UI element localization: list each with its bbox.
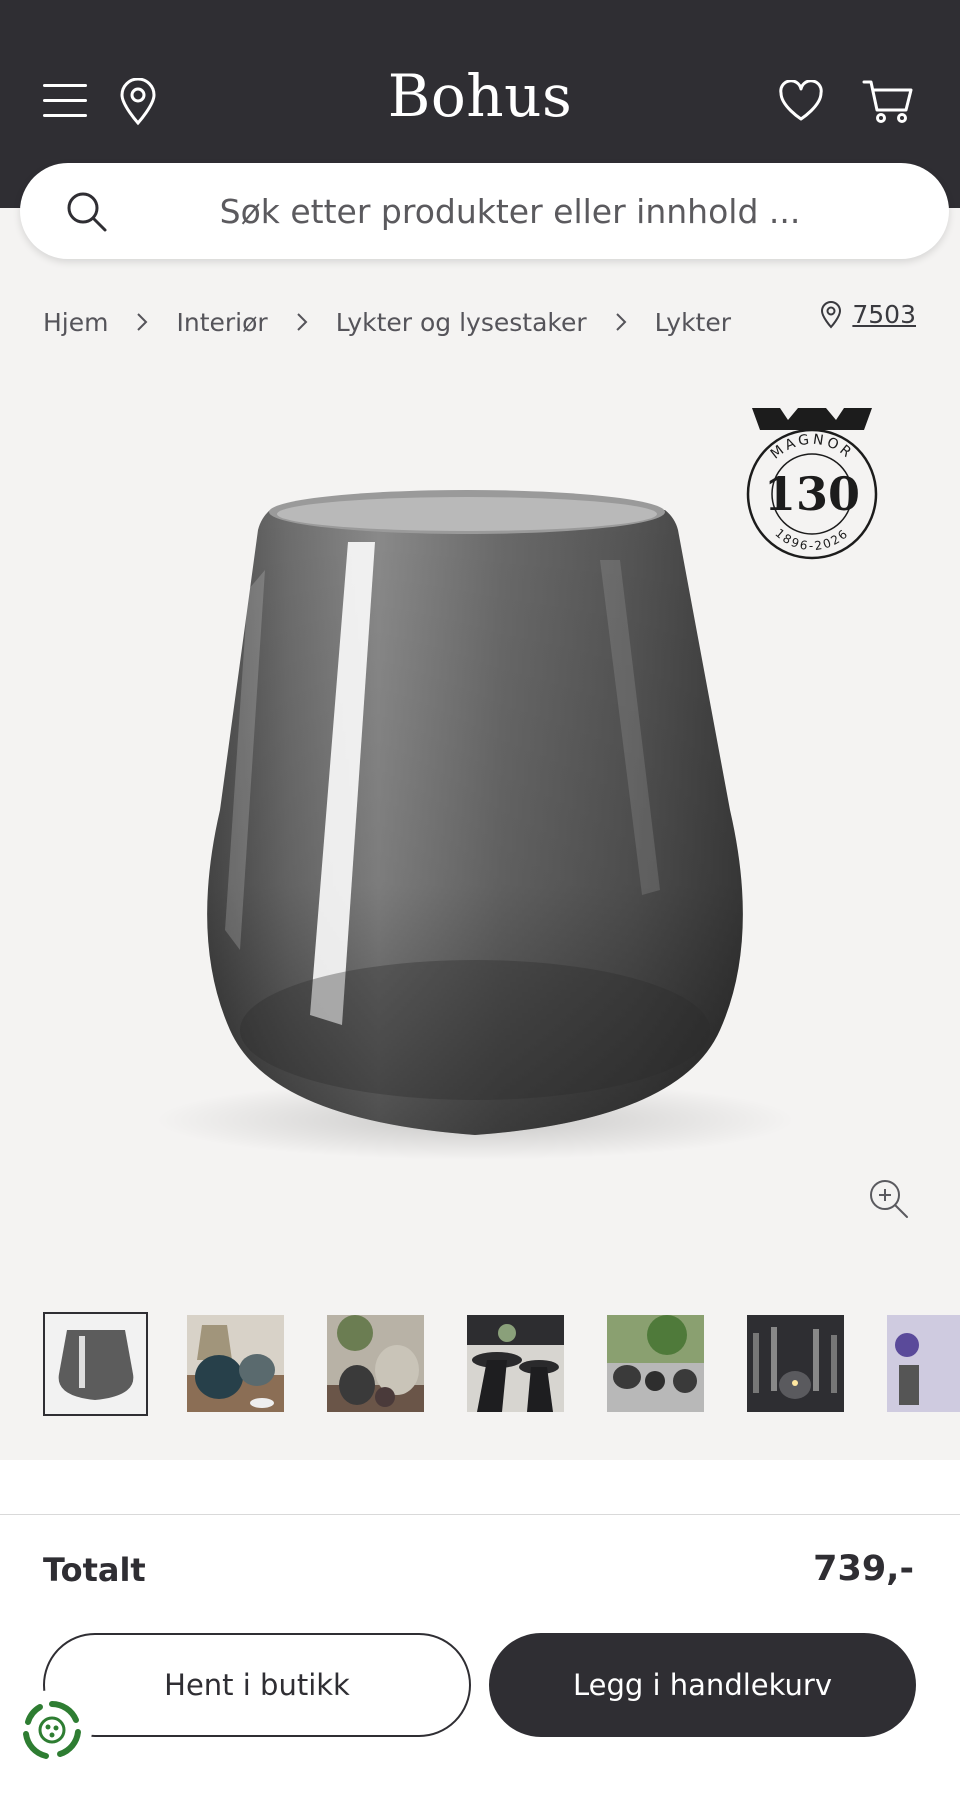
thumbnail-7[interactable] [887,1315,960,1412]
recycle-leaf-icon [23,1701,81,1759]
purchase-footer: Totalt 739,- Hent i butikk Legg i handle… [0,1514,960,1793]
badge-brand: MAGNOR [768,432,854,463]
chevron-right-icon [615,312,627,332]
sustainability-widget[interactable] [12,1690,92,1770]
breadcrumb-lanterns-candleholders[interactable]: Lykter og lysestaker [336,308,587,337]
chevron-right-icon [136,312,148,332]
search-bar[interactable] [20,163,949,259]
total-label: Totalt [43,1551,146,1589]
cart-button[interactable] [860,76,916,126]
add-to-cart-button[interactable]: Legg i handlekurv [489,1633,916,1737]
svg-text:MAGNOR: MAGNOR [768,432,857,463]
wishlist-button[interactable] [776,78,826,124]
pickup-in-store-button[interactable]: Hent i butikk [43,1633,471,1737]
heart-icon [779,80,823,121]
search-icon[interactable] [66,191,108,233]
thumbnail-3[interactable] [327,1315,424,1412]
content-spacer [0,1460,960,1515]
shopping-cart-icon [862,80,913,123]
zoom-in-icon[interactable] [868,1178,910,1220]
breadcrumb-lanterns: Lykter [654,307,732,337]
total-price: 739,- [813,1549,914,1589]
breadcrumb: Hjem Interiør Lykter og lysestaker Lykte… [43,302,731,342]
breadcrumb-home[interactable]: Hjem [43,308,108,337]
breadcrumb-interior[interactable]: Interiør [176,308,267,337]
map-pin-icon [821,300,842,328]
thumbnail-1[interactable] [43,1312,148,1416]
thumbnail-4[interactable] [467,1315,564,1412]
search-input[interactable] [130,181,890,241]
thumbnail-strip[interactable] [43,1312,960,1418]
chevron-right-icon [296,312,308,332]
product-image[interactable] [130,470,820,1170]
thumbnail-2[interactable] [187,1315,284,1412]
thumbnail-6[interactable] [747,1315,844,1412]
store-code[interactable]: 7503 [852,300,916,329]
selected-store[interactable]: 7503 [820,300,916,329]
thumbnail-5[interactable] [607,1315,704,1412]
